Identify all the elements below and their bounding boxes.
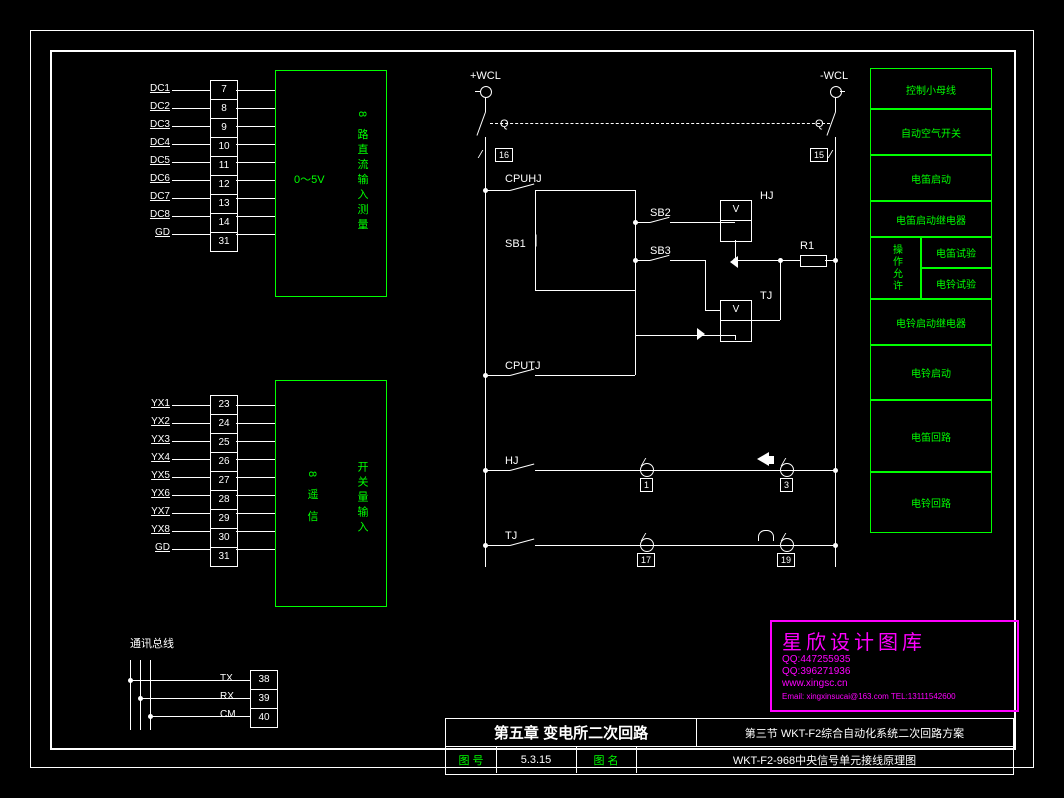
- comm-pin: 39: [251, 690, 277, 709]
- dc-label: DC8: [130, 209, 170, 220]
- dc-pin: 13: [211, 195, 237, 214]
- yx-pin: 28: [211, 491, 237, 510]
- yx-label: YX3: [130, 434, 170, 445]
- yx-pin: 29: [211, 510, 237, 529]
- block2-right-label: 开关量输入: [354, 461, 370, 536]
- comm-title: 通讯总线: [130, 635, 174, 651]
- comm-label: RX: [220, 691, 234, 702]
- block2-left-label: 8 遥 信: [304, 471, 320, 525]
- q-left: Q: [500, 118, 509, 130]
- legend-item: 电铃启动继电器: [870, 298, 992, 346]
- comm-pin: 38: [251, 671, 277, 690]
- dc-pin: 11: [211, 157, 237, 176]
- yx-pin: 30: [211, 529, 237, 548]
- legend-item: 自动空气开关: [870, 108, 992, 156]
- q-right: Q: [815, 118, 824, 130]
- dc-pin: 7: [211, 81, 237, 100]
- watermark-box: 星欣设计图库 QQ:447255935 QQ:396271936 www.xin…: [770, 620, 1019, 712]
- figno: 5.3.15: [496, 746, 577, 773]
- yx-pin: 25: [211, 434, 237, 453]
- dc-label: DC1: [130, 83, 170, 94]
- yx-label: YX4: [130, 452, 170, 463]
- legend-item: 电笛启动继电器: [870, 200, 992, 238]
- legend-item: 操作允许: [870, 236, 922, 300]
- yx-pin: 23: [211, 396, 237, 415]
- sb3-label: SB3: [650, 245, 671, 257]
- watermark-qq2: QQ:396271936: [782, 666, 850, 677]
- comm-label: TX: [220, 673, 233, 684]
- block1-left-label: 0～5V: [294, 171, 325, 187]
- dc-label: DC4: [130, 137, 170, 148]
- tj-label: TJ: [760, 290, 772, 302]
- legend-item: 电铃回路: [870, 471, 992, 533]
- watermark-url: www.xingsc.cn: [782, 678, 848, 689]
- r1-label: R1: [800, 240, 814, 252]
- dc-pin: 31: [211, 233, 237, 251]
- yx-pin: 24: [211, 415, 237, 434]
- block-switch-input: 8 遥 信 开关量输入: [275, 380, 387, 607]
- title-block: 第五章 变电所二次回路 第三节 WKT-F2综合自动化系统二次回路方案 图 号 …: [445, 718, 1014, 775]
- legend-item: 电铃启动: [870, 344, 992, 401]
- dc-pin: 9: [211, 119, 237, 138]
- neg-bus-label: -WCL: [820, 70, 848, 82]
- yx-label: YX6: [130, 488, 170, 499]
- dc-label: DC6: [130, 173, 170, 184]
- figname-label: 图 名: [576, 746, 637, 773]
- watermark-title: 星欣设计图库: [782, 626, 926, 655]
- yx-pin: 26: [211, 453, 237, 472]
- figno-label: 图 号: [446, 746, 497, 773]
- legend-item: 电笛启动: [870, 154, 992, 202]
- tj-contact: TJ: [505, 530, 517, 542]
- yx-label: YX5: [130, 470, 170, 481]
- dc-label: GD: [130, 227, 170, 238]
- dc-pin: 12: [211, 176, 237, 195]
- yx-pin: 31: [211, 548, 237, 566]
- section-title: 第三节 WKT-F2综合自动化系统二次回路方案: [696, 719, 1013, 746]
- yx-pin: 27: [211, 472, 237, 491]
- yx-label: YX2: [130, 416, 170, 427]
- dc-pin: 14: [211, 214, 237, 233]
- dc-label: DC5: [130, 155, 170, 166]
- cpuhj-label: CPUHJ: [505, 173, 542, 185]
- figname: WKT-F2-968中央信号单元接线原理图: [636, 746, 1013, 773]
- relay-hj: V: [720, 200, 752, 242]
- sb2-label: SB2: [650, 207, 671, 219]
- box15: 15: [810, 148, 828, 162]
- dc-label: DC7: [130, 191, 170, 202]
- yx-label: YX7: [130, 506, 170, 517]
- legend-item: 电铃试验: [920, 267, 992, 300]
- yx-label: YX8: [130, 524, 170, 535]
- hj-contact: HJ: [505, 455, 518, 467]
- resistor-r1: [800, 255, 827, 267]
- sb1-label: SB1: [505, 238, 526, 250]
- pos-bus-label: +WCL: [470, 70, 501, 82]
- chapter-title: 第五章 变电所二次回路: [446, 719, 697, 746]
- box16: 16: [495, 148, 513, 162]
- block-dc-input: 0～5V 8 路直流输入测量: [275, 70, 387, 297]
- dc-label: DC3: [130, 119, 170, 130]
- block1-right-label: 8 路直流输入测量: [354, 111, 370, 233]
- yx-label: GD: [130, 542, 170, 553]
- dc-pin: 10: [211, 138, 237, 157]
- cad-canvas: 789101112131431DC1DC2DC3DC4DC5DC6DC7DC8G…: [0, 0, 1064, 798]
- dc-label: DC2: [130, 101, 170, 112]
- legend-item: 电笛试验: [920, 236, 992, 269]
- watermark-email: Email: xingxinsucai@163.com TEL:13111542…: [782, 692, 956, 701]
- legend-item: 电笛回路: [870, 399, 992, 473]
- legend-item: 控制小母线: [870, 68, 992, 110]
- hj-label: HJ: [760, 190, 773, 202]
- cputj-label: CPUTJ: [505, 360, 540, 372]
- yx-label: YX1: [130, 398, 170, 409]
- bell-icon: [758, 530, 774, 541]
- watermark-qq1: QQ:447255935: [782, 654, 850, 665]
- comm-label: CM: [220, 709, 236, 720]
- comm-pin: 40: [251, 709, 277, 727]
- dc-pin: 8: [211, 100, 237, 119]
